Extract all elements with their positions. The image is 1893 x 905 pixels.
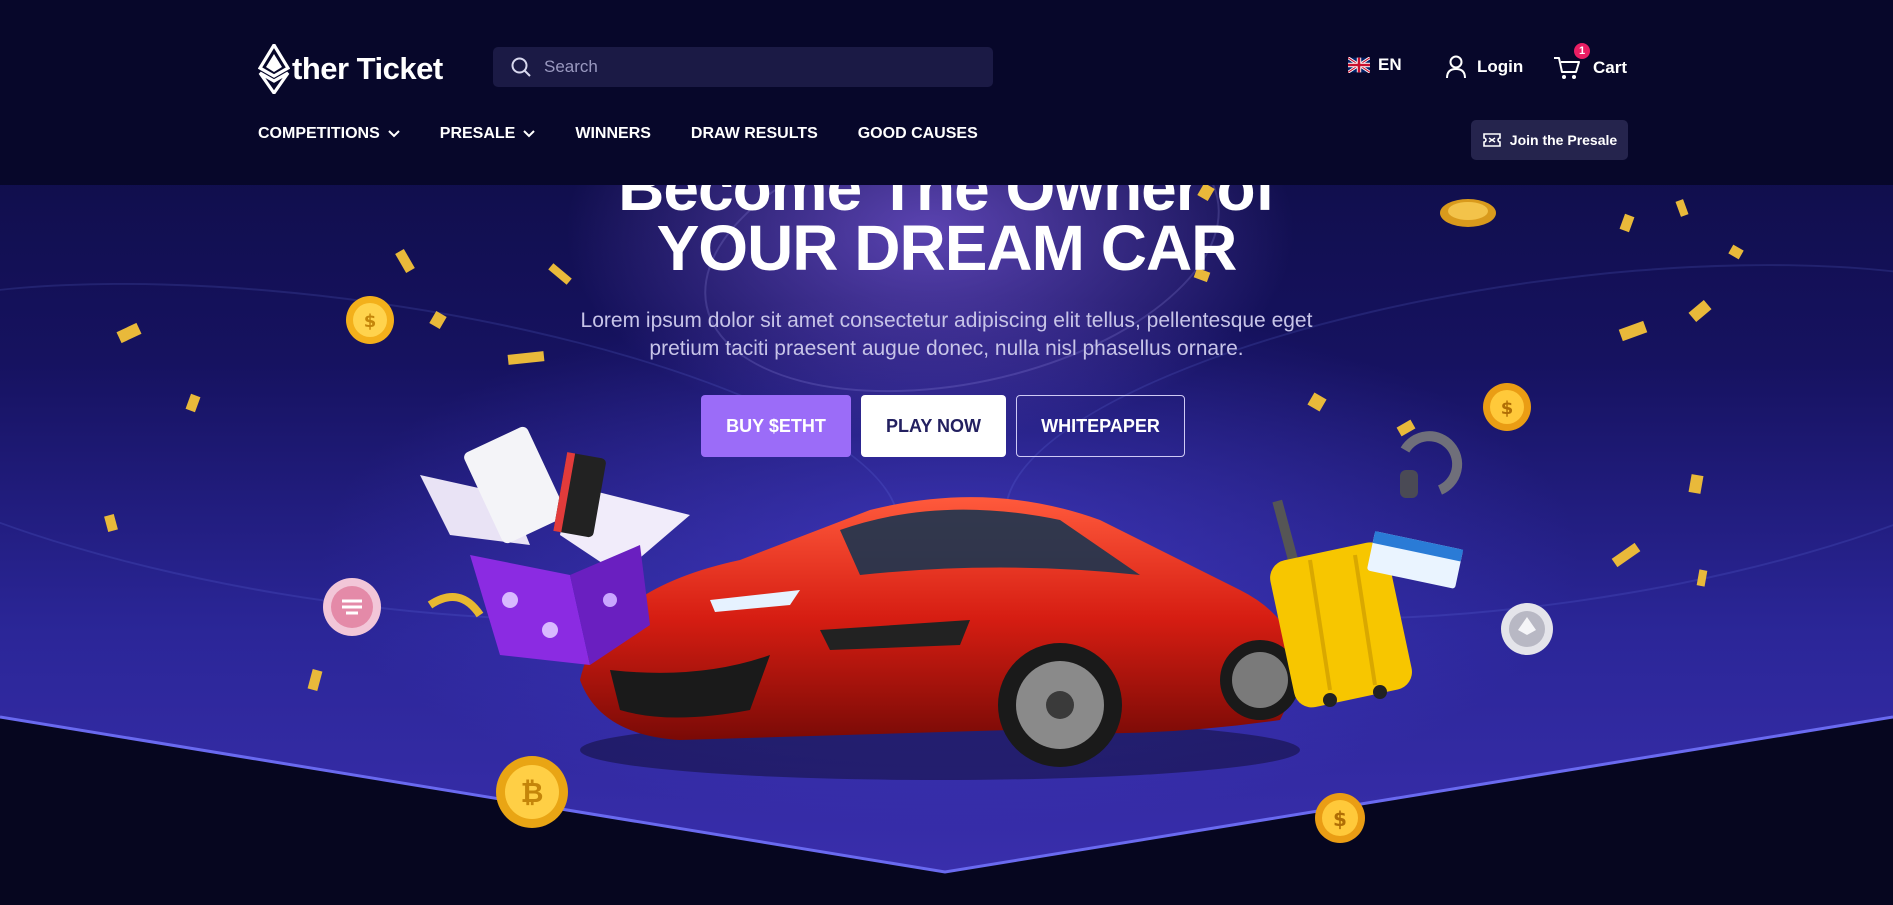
language-selector[interactable]: EN [1348, 55, 1402, 75]
cart-label: Cart [1593, 58, 1628, 77]
chevron-down-icon [388, 130, 400, 138]
whitepaper-button[interactable]: WHITEPAPER [1016, 395, 1185, 457]
ticket-icon [1482, 133, 1501, 147]
coin-icon: $ [1315, 793, 1365, 843]
user-icon [1446, 55, 1466, 79]
nav-item-label: DRAW RESULTS [690, 125, 818, 142]
nav-item-good-causes[interactable]: GOOD CAUSES [858, 125, 978, 143]
nav-item-label: PRESALE [439, 125, 516, 142]
chevron-down-icon [523, 130, 536, 138]
nav-item-label: WINNERS [575, 125, 651, 142]
ether-logo-icon [258, 44, 290, 94]
cart-count-badge: 1 [1574, 43, 1590, 59]
uk-flag-icon [1348, 57, 1370, 73]
join-presale-button[interactable]: Join the Presale [1471, 120, 1628, 160]
logo-text: ther Ticket [292, 51, 443, 86]
login-label: Login [1477, 57, 1524, 76]
play-now-button[interactable]: PLAY NOW [861, 395, 1006, 457]
nav-item-draw-results[interactable]: DRAW RESULTS [691, 125, 818, 143]
svg-text:₿: ₿ [521, 776, 544, 809]
cart-link[interactable]: Cart [1553, 55, 1627, 81]
join-presale-label: Join the Presale [1509, 132, 1618, 148]
hero-subtitle: Lorem ipsum dolor sit amet consectetur a… [580, 309, 1313, 360]
main-nav: COMPETITIONS PRESALE WINNERS DRAW RESULT… [258, 125, 1018, 143]
buy-token-button[interactable]: BUY $ETHT [701, 395, 851, 457]
hero-title-line2: YOUR DREAM CAR [656, 212, 1238, 284]
nav-item-presale[interactable]: PRESALE [440, 125, 536, 143]
site-logo[interactable]: ther Ticket [258, 44, 443, 94]
nav-item-competitions[interactable]: COMPETITIONS [258, 125, 400, 143]
cart-icon [1554, 57, 1580, 79]
nav-item-label: COMPETITIONS [258, 125, 380, 142]
language-label: EN [1378, 55, 1402, 74]
bitcoin-coin-icon: ₿ [496, 756, 568, 828]
login-link[interactable]: Login [1445, 55, 1523, 79]
search-input[interactable] [542, 56, 966, 78]
search-bar[interactable] [493, 47, 993, 87]
site-header: ther Ticket EN Login Cart 1 [0, 0, 1893, 185]
nav-item-label: GOOD CAUSES [857, 125, 978, 142]
nav-item-winners[interactable]: WINNERS [575, 125, 651, 143]
svg-text:$: $ [1333, 807, 1347, 831]
search-icon [510, 56, 532, 78]
